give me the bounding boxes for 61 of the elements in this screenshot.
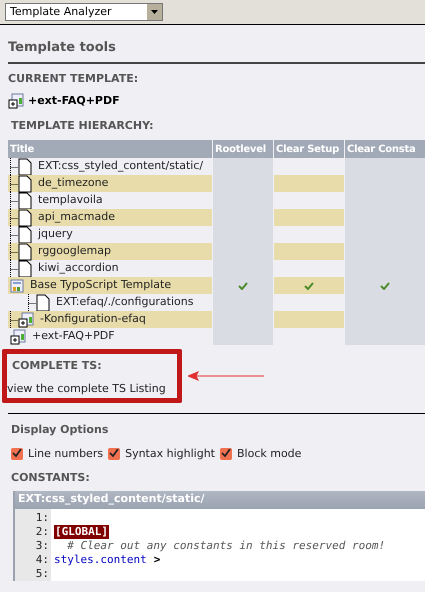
section-label: CURRENT TEMPLATE:	[8, 70, 140, 86]
template-title[interactable]: EXT:css_styled_content/static/	[38, 158, 204, 175]
line-number: 3:	[34, 538, 49, 552]
column-header: Title	[8, 140, 212, 158]
document-icon	[18, 192, 32, 210]
template-title[interactable]: Base TypoScript Template	[30, 277, 172, 294]
checkbox[interactable]	[108, 448, 120, 460]
code-comment: # Clear out any constants in this reserved room!	[66, 538, 386, 552]
current-template-name[interactable]: +ext-FAQ+PDF	[28, 93, 120, 110]
document-icon	[18, 208, 32, 226]
line-number: 4:	[34, 552, 49, 566]
code-operator: >	[154, 552, 160, 566]
clear-setup-cell	[274, 243, 344, 260]
code-block-title: EXT:css_styled_content/static/	[15, 490, 425, 508]
document-icon	[18, 260, 32, 278]
template-title[interactable]: +ext-FAQ+PDF	[32, 328, 115, 345]
checkbox-label[interactable]: Line numbers	[28, 446, 104, 462]
document-icon	[18, 158, 32, 176]
extension-template-icon	[10, 328, 26, 344]
checkbox[interactable]	[220, 448, 232, 460]
clear-setup-cell	[274, 209, 344, 226]
template-title[interactable]: rggooglemap	[38, 243, 111, 260]
checkbox-label[interactable]: Syntax highlight	[125, 446, 215, 462]
code-object-path: styles.content	[54, 552, 147, 566]
checkbox-label[interactable]: Block mode	[236, 446, 302, 462]
extension-template-icon	[8, 93, 24, 110]
column-header: Clear Consta	[345, 140, 425, 158]
code-condition: [GLOBAL]	[54, 524, 109, 538]
line-number: 1:	[34, 510, 49, 524]
template-title[interactable]: templavoila	[38, 192, 103, 209]
checkbox[interactable]	[11, 448, 23, 460]
template-title[interactable]: EXT:efaq/./configurations	[56, 294, 194, 311]
template-title[interactable]: kiwi_accordion	[38, 260, 119, 277]
document-icon	[18, 174, 32, 192]
section-label: COMPLETE TS:	[12, 358, 103, 374]
template-icon	[10, 278, 24, 292]
document-icon	[18, 242, 32, 260]
section-label: CONSTANTS:	[11, 470, 91, 486]
page-heading: Template tools	[8, 38, 425, 64]
document-icon	[18, 226, 32, 244]
column-header: Clear Setup	[274, 140, 344, 158]
template-title[interactable]: de_timezone	[38, 175, 108, 192]
section-label: TEMPLATE HIERARCHY:	[10, 118, 154, 134]
template-title[interactable]: api_macmade	[38, 209, 115, 226]
template-title[interactable]: -Konfiguration-efaq	[40, 311, 146, 328]
tree-line-icon	[28, 294, 36, 311]
template-title[interactable]: jquery	[38, 226, 73, 243]
tree-line-icon	[10, 311, 18, 328]
rootlevel-cell	[213, 328, 273, 345]
document-icon	[36, 294, 50, 312]
column-header: Rootlevel	[213, 140, 273, 158]
clear-setup-cell	[274, 175, 344, 192]
module-dropdown[interactable]: Template Analyzer	[5, 3, 163, 21]
complete-ts-link[interactable]: view the complete TS Listing	[7, 380, 177, 397]
clear-setup-cell	[274, 311, 344, 328]
line-number: 2:	[34, 524, 49, 538]
arrow-icon	[188, 371, 264, 381]
section-label: Display Options	[11, 422, 110, 438]
line-number: 5:	[34, 566, 49, 580]
extension-template-icon	[18, 312, 34, 328]
rootlevel-cell	[213, 158, 273, 175]
